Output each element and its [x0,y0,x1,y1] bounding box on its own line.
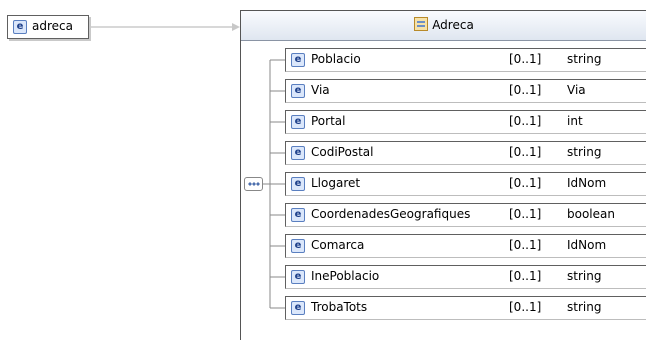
child-element-occurs: [0..1] [509,269,542,283]
child-element-box[interactable] [285,79,646,103]
child-element-row[interactable]: e Comarca [0..1] IdNom [0,234,646,258]
child-element-occurs: [0..1] [509,176,542,190]
child-element-row[interactable]: e Poblacio [0..1] string [0,48,646,72]
child-element-row[interactable]: e CoordenadesGeografiques [0..1] boolean [0,203,646,227]
child-element-type: IdNom [567,238,607,252]
child-element-occurs: [0..1] [509,238,542,252]
child-element-type: string [567,300,602,314]
child-element-row[interactable]: e Via [0..1] Via [0,79,646,103]
complex-type-icon [414,17,429,31]
child-element-row[interactable]: e Llogaret [0..1] IdNom [0,172,646,196]
element-icon: e [291,146,305,160]
child-element-name: Poblacio [311,52,361,66]
child-element-occurs: [0..1] [509,207,542,221]
child-element-type: string [567,269,602,283]
element-icon: e [291,270,305,284]
child-element-type: string [567,52,602,66]
element-icon: e [291,239,305,253]
child-element-row[interactable]: e Portal [0..1] int [0,110,646,134]
child-element-occurs: [0..1] [509,300,542,314]
child-element-type: IdNom [567,176,607,190]
element-icon: e [291,115,305,129]
child-element-occurs: [0..1] [509,145,542,159]
element-icon: e [291,177,305,191]
child-element-name: Via [311,83,330,97]
child-element-type: Via [567,83,586,97]
complex-type-title: Adreca [241,17,646,32]
child-element-type: string [567,145,602,159]
element-icon: e [13,20,27,34]
child-element-name: Portal [311,114,346,128]
child-element-row[interactable]: e CodiPostal [0..1] string [0,141,646,165]
root-element-name: adreca [32,19,73,33]
element-icon: e [291,301,305,315]
child-element-occurs: [0..1] [509,52,542,66]
child-element-row[interactable]: e TrobaTots [0..1] string [0,296,646,320]
element-icon: e [291,84,305,98]
child-element-occurs: [0..1] [509,114,542,128]
element-icon: e [291,208,305,222]
child-element-name: Llogaret [311,176,361,190]
complex-type-header[interactable]: Adreca [241,11,646,41]
child-element-type: boolean [567,207,615,221]
child-element-row[interactable]: e InePoblacio [0..1] string [0,265,646,289]
connector-arrow-icon [232,23,240,31]
complex-type-name: Adreca [432,18,474,32]
root-element-adreca[interactable]: e adreca [7,15,89,39]
child-element-type: int [567,114,583,128]
child-element-name: TrobaTots [311,300,368,314]
element-icon: e [291,53,305,67]
child-element-name: Comarca [311,238,365,252]
child-element-occurs: [0..1] [509,83,542,97]
child-element-name: CoordenadesGeografiques [311,207,471,221]
child-element-name: InePoblacio [311,269,380,283]
child-element-name: CodiPostal [311,145,374,159]
